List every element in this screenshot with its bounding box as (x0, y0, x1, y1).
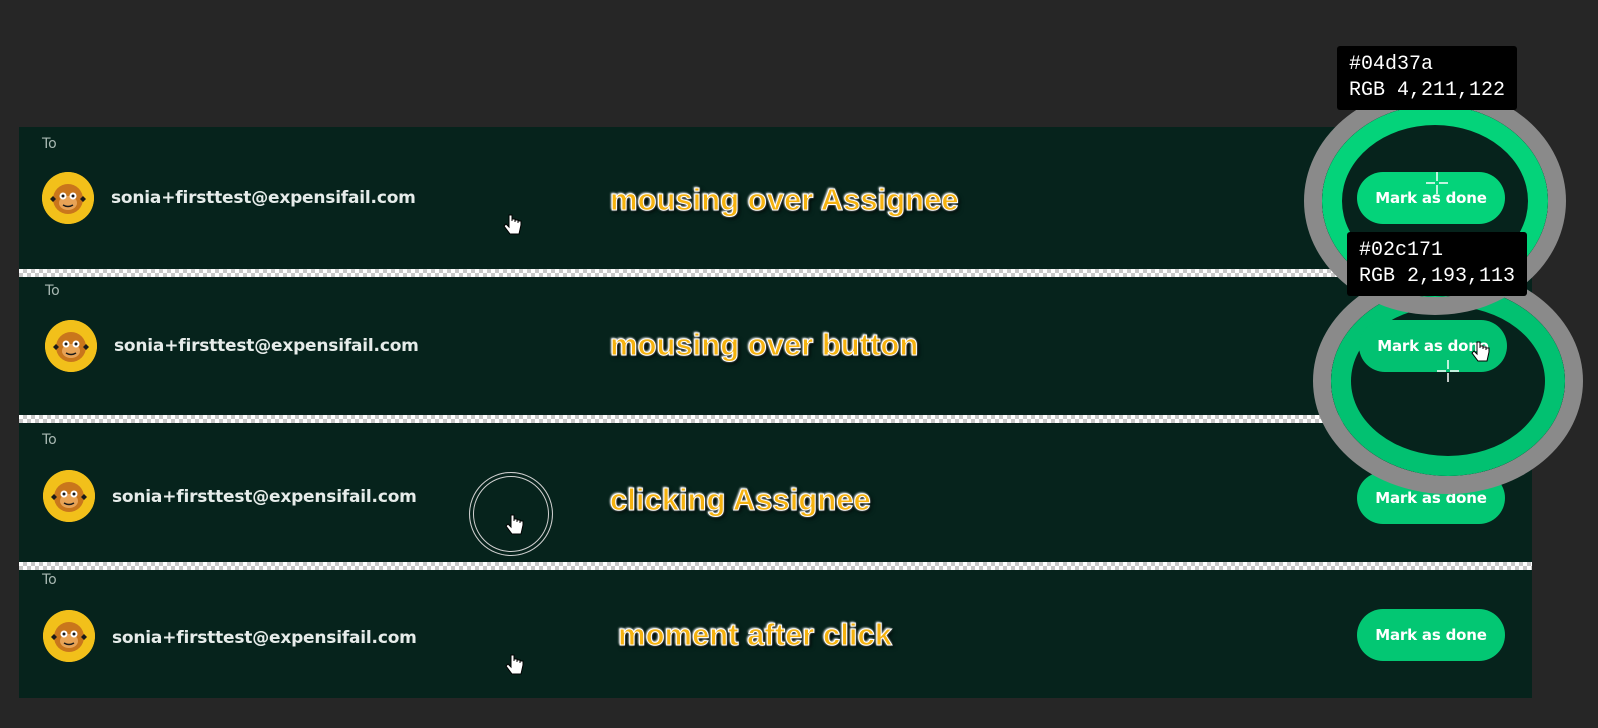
crosshair-icon (1437, 360, 1459, 382)
assignee-avatar[interactable] (43, 470, 95, 522)
color-hex: #02c171 (1359, 239, 1444, 262)
color-hex: #04d37a (1349, 53, 1434, 76)
hand-pointer-icon (1471, 341, 1491, 365)
assignee-email[interactable]: sonia+firsttest@expensifail.com (112, 628, 417, 648)
row-separator (19, 269, 1532, 277)
annotation-label: moment after click (618, 617, 893, 653)
color-sample-tooltip: #02c171 RGB 2,193,113 (1347, 232, 1528, 296)
to-label: To (45, 283, 60, 299)
annotation-label: mousing over button (609, 327, 919, 363)
assignee-email[interactable]: sonia+firsttest@expensifail.com (112, 487, 417, 507)
annotation-label: mousing over Assignee (610, 182, 960, 218)
mark-as-done-button[interactable]: Mark as done (1357, 609, 1505, 661)
cartoon-monkey-avatar-icon (43, 470, 95, 522)
assignee-email[interactable]: sonia+firsttest@expensifail.com (111, 188, 416, 208)
color-rgb: RGB 2,193,113 (1359, 265, 1516, 288)
hand-pointer-icon (505, 654, 525, 678)
to-label: To (42, 432, 57, 448)
row-separator (19, 415, 1532, 423)
assignee-email[interactable]: sonia+firsttest@expensifail.com (114, 336, 419, 356)
color-sample-tooltip: #04d37a RGB 4,211,122 (1337, 46, 1518, 110)
color-rgb: RGB 4,211,122 (1349, 79, 1506, 102)
annotation-label: clicking Assignee (610, 482, 872, 518)
to-label: To (42, 572, 57, 588)
assignee-avatar[interactable] (43, 610, 95, 662)
hand-pointer-icon (505, 514, 525, 538)
cartoon-monkey-avatar-icon (42, 172, 94, 224)
assignee-avatar[interactable] (45, 320, 97, 372)
hand-pointer-icon (503, 214, 523, 238)
to-label: To (42, 136, 57, 152)
cartoon-monkey-avatar-icon (43, 610, 95, 662)
assignee-avatar[interactable] (42, 172, 94, 224)
row-separator (19, 562, 1532, 570)
cartoon-monkey-avatar-icon (45, 320, 97, 372)
crosshair-icon (1426, 172, 1448, 194)
